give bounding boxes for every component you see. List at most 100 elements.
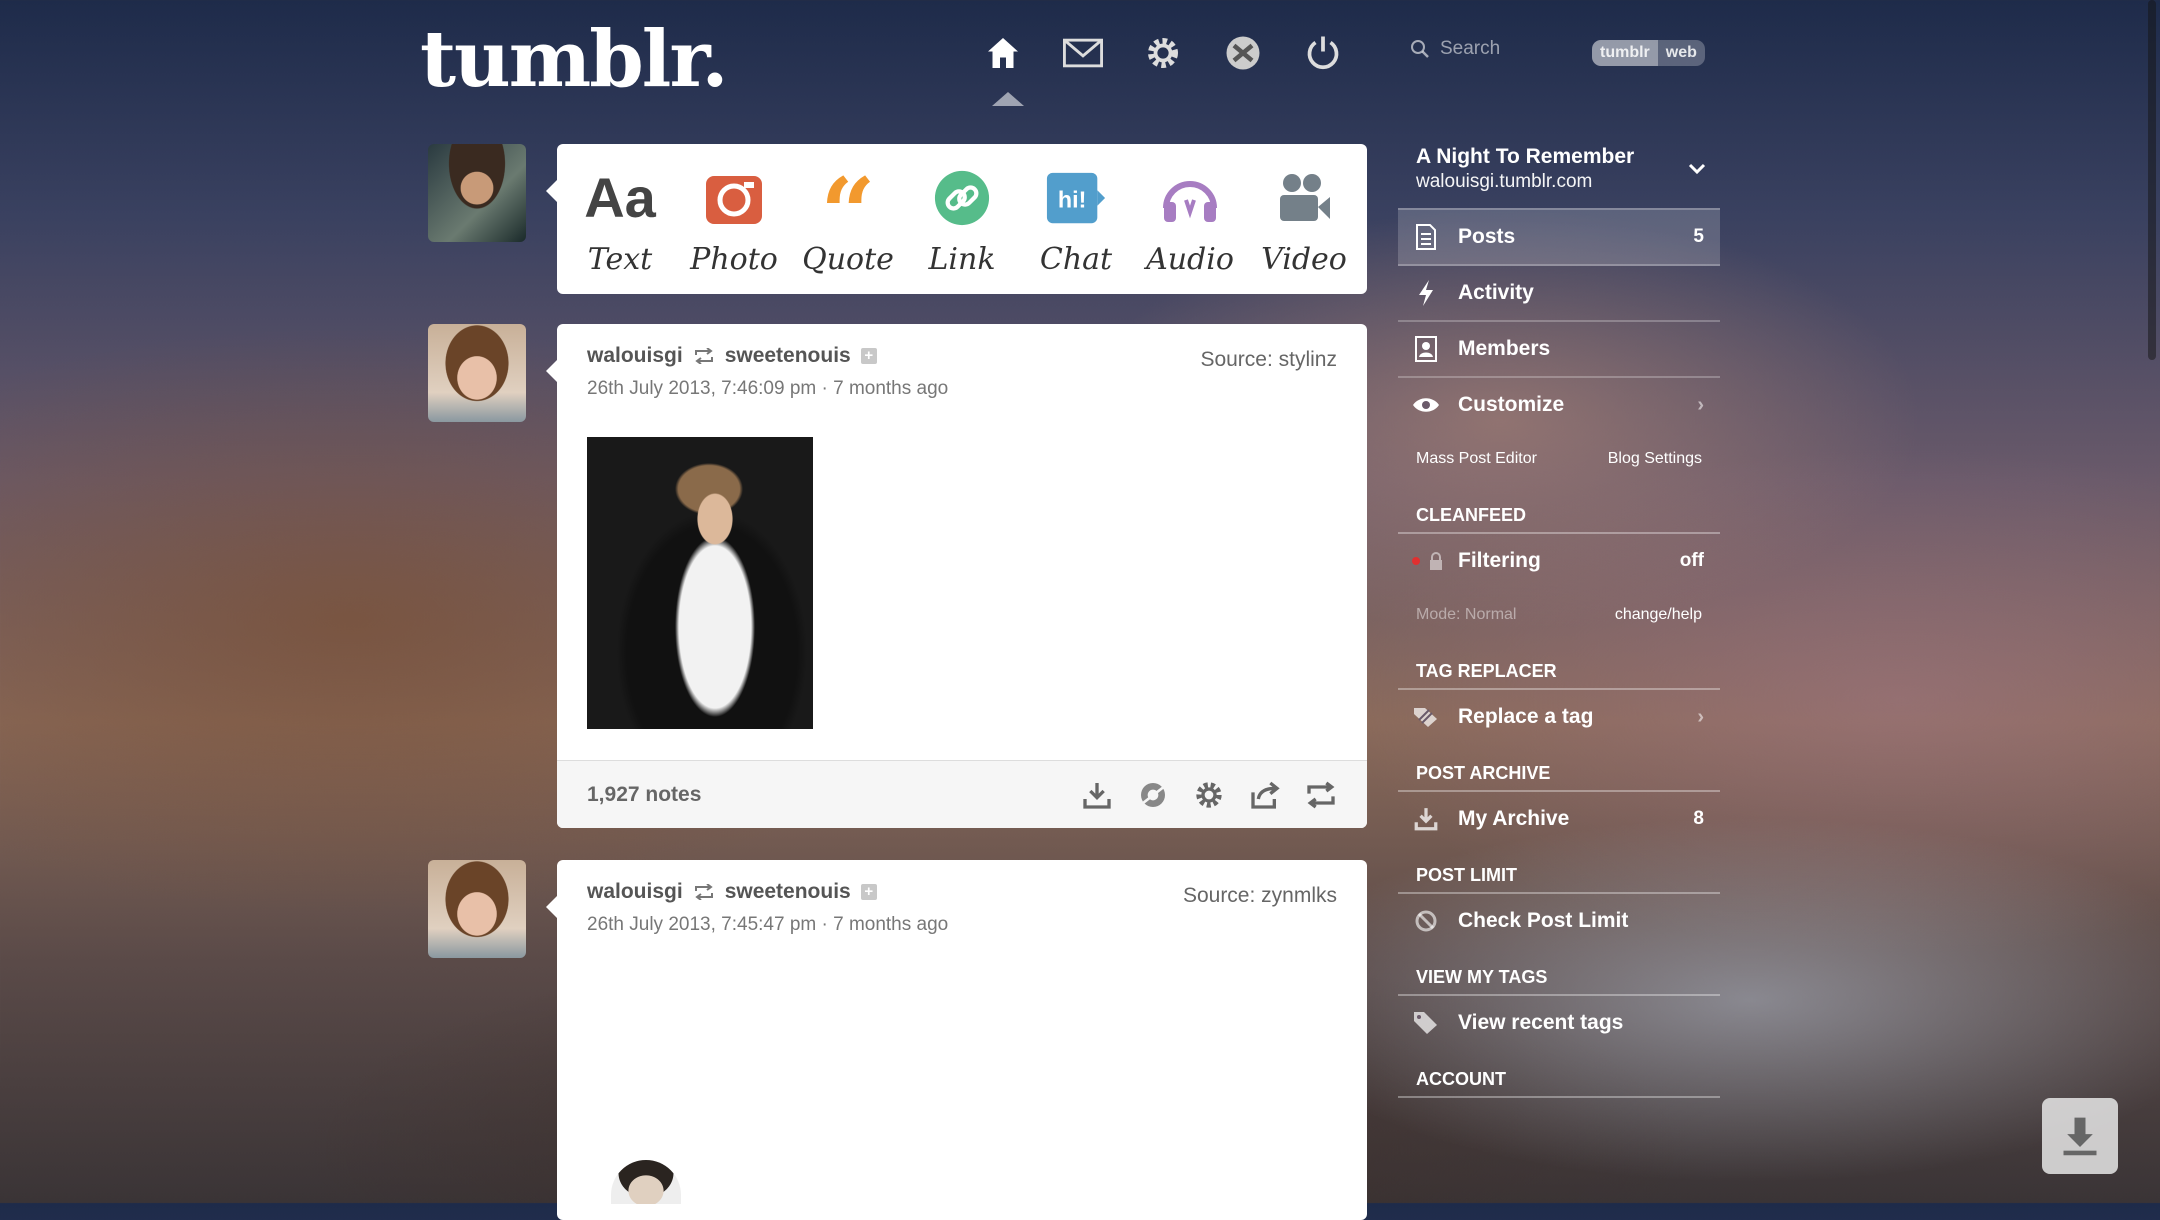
- sidebar-item-check-post-limit[interactable]: Check Post Limit: [1398, 894, 1720, 948]
- post-limit-icon: [1412, 909, 1440, 933]
- members-icon: [1412, 336, 1440, 362]
- search-scope-web[interactable]: web: [1658, 40, 1705, 66]
- power-icon[interactable]: [1300, 28, 1346, 78]
- sidebar-item-my-archive[interactable]: My Archive 8: [1398, 792, 1720, 846]
- new-link-post-button[interactable]: Link: [907, 162, 1017, 277]
- sidebar-item-filtering[interactable]: Filtering off: [1398, 534, 1720, 588]
- post-source-link[interactable]: Source: zynmlks: [1183, 884, 1337, 908]
- sidebar-item-posts[interactable]: Posts 5: [1398, 208, 1720, 266]
- edit-tags-icon[interactable]: [1137, 779, 1169, 811]
- new-video-post-button[interactable]: Video: [1249, 162, 1359, 277]
- post-date: 26th July 2013, 7:45:47 pm · 7 months ag…: [587, 914, 949, 935]
- sidebar-item-replace-tag[interactable]: Replace a tag ›: [1398, 690, 1720, 744]
- post-photo[interactable]: [587, 437, 813, 729]
- nav-pointer: [992, 92, 1024, 106]
- gear-icon[interactable]: [1140, 28, 1186, 78]
- blog-title: A Night To Remember: [1416, 145, 1635, 168]
- page-scrollbar[interactable]: [2148, 0, 2156, 360]
- new-chat-post-button[interactable]: hi! Chat: [1021, 162, 1131, 277]
- text-icon: Aa: [584, 166, 656, 229]
- download-archive-button[interactable]: [2042, 1098, 2118, 1174]
- svg-text:hi!: hi!: [1058, 186, 1086, 212]
- search-box[interactable]: Search: [1410, 38, 1500, 60]
- blog-settings-link[interactable]: Blog Settings: [1608, 450, 1702, 468]
- post-limit-heading: POST LIMIT: [1398, 846, 1720, 894]
- cleanfeed-heading: CLEANFEED: [1398, 486, 1720, 534]
- follow-plus-icon[interactable]: +: [860, 348, 877, 364]
- user-avatar[interactable]: [428, 144, 526, 242]
- new-audio-post-button[interactable]: Audio: [1135, 162, 1245, 277]
- sidebar-item-customize[interactable]: Customize ›: [1398, 378, 1720, 432]
- download-icon[interactable]: [1081, 779, 1113, 811]
- sidebar-item-members[interactable]: Members: [1398, 322, 1720, 378]
- search-icon: [1411, 40, 1429, 58]
- mail-icon[interactable]: [1060, 28, 1106, 78]
- chat-icon: hi!: [1045, 162, 1107, 234]
- archive-download-icon: [1412, 806, 1440, 832]
- notes-count[interactable]: 1,927 notes: [587, 783, 701, 807]
- chevron-right-icon: ›: [1697, 393, 1704, 416]
- dashboard-post: walouisgi sweetenouis + 26th July 2013, …: [546, 324, 1367, 828]
- view-my-tags-heading: VIEW MY TAGS: [1398, 948, 1720, 996]
- chevron-right-icon: ›: [1697, 705, 1704, 728]
- posts-icon: [1412, 224, 1440, 250]
- new-quote-post-button[interactable]: “ Quote: [793, 162, 903, 277]
- tag-replace-icon: [1412, 706, 1440, 728]
- post-archive-heading: POST ARCHIVE: [1398, 744, 1720, 792]
- search-scope-toggle: tumblr web: [1592, 40, 1705, 66]
- post-author-link[interactable]: walouisgi: [587, 344, 683, 368]
- customize-sub-links: Mass Post Editor Blog Settings: [1398, 432, 1720, 486]
- post-date: 26th July 2013, 7:46:09 pm · 7 months ag…: [587, 378, 949, 399]
- post-actions: [1081, 779, 1337, 811]
- change-help-link[interactable]: change/help: [1615, 606, 1702, 624]
- reblogged-from-link[interactable]: sweetenouis: [725, 880, 851, 904]
- home-icon[interactable]: [980, 28, 1026, 78]
- follow-plus-icon[interactable]: +: [860, 884, 877, 900]
- posts-count: 5: [1693, 226, 1704, 247]
- new-text-post-button[interactable]: Aa Text: [565, 162, 675, 277]
- reblog-arrow-icon: [694, 884, 713, 900]
- mass-post-editor-link[interactable]: Mass Post Editor: [1416, 450, 1537, 468]
- filtering-status: off: [1679, 550, 1704, 571]
- tumblr-logo[interactable]: tumblr.: [420, 14, 729, 105]
- post-header: walouisgi sweetenouis + 26th July 2013, …: [587, 344, 948, 400]
- cleanfeed-mode-row: Mode: Normal change/help: [1398, 588, 1720, 642]
- headphones-icon: [1160, 162, 1220, 234]
- post-footer: 1,927 notes: [557, 760, 1367, 828]
- sidebar-item-activity[interactable]: Activity: [1398, 266, 1720, 322]
- post-photo[interactable]: [611, 1160, 681, 1204]
- reblog-icon[interactable]: [1305, 779, 1337, 811]
- post-header: walouisgi sweetenouis + 26th July 2013, …: [587, 880, 948, 936]
- reblogged-from-link[interactable]: sweetenouis: [725, 344, 851, 368]
- post-source-link[interactable]: Source: stylinz: [1200, 348, 1337, 372]
- new-photo-post-button[interactable]: Photo: [679, 162, 789, 277]
- download-icon: [2063, 1117, 2097, 1156]
- post-author-link[interactable]: walouisgi: [587, 880, 683, 904]
- search-input[interactable]: Search: [1440, 38, 1500, 60]
- blog-selector[interactable]: A Night To Remember walouisgi.tumblr.com: [1398, 140, 1720, 208]
- post-author-avatar[interactable]: [428, 324, 526, 422]
- camera-icon: [704, 162, 764, 234]
- eye-icon: [1412, 396, 1440, 414]
- blog-url: walouisgi.tumblr.com: [1416, 171, 1593, 192]
- tag-replacer-heading: TAG REPLACER: [1398, 642, 1720, 690]
- top-nav: [980, 28, 1346, 78]
- sidebar-item-view-recent-tags[interactable]: View recent tags: [1398, 996, 1720, 1050]
- lightning-icon: [1412, 280, 1440, 306]
- post-type-selector: Aa Text Photo “ Quote Link hi! Chat Audi…: [546, 144, 1367, 294]
- dashboard-sidebar: A Night To Remember walouisgi.tumblr.com…: [1398, 140, 1720, 1098]
- account-heading: ACCOUNT: [1398, 1050, 1720, 1098]
- quote-icon: “: [820, 157, 876, 271]
- share-icon[interactable]: [1249, 779, 1281, 811]
- video-icon: [1274, 162, 1334, 234]
- tags-icon: [1412, 1011, 1440, 1035]
- cleanfeed-mode: Mode: Normal: [1416, 606, 1517, 623]
- lock-icon: [1428, 552, 1444, 570]
- gear-icon[interactable]: [1193, 779, 1225, 811]
- archive-count: 8: [1693, 808, 1704, 829]
- xkit-icon[interactable]: [1220, 28, 1266, 78]
- dashboard-post: walouisgi sweetenouis + 26th July 2013, …: [546, 860, 1367, 1220]
- search-scope-tumblr[interactable]: tumblr: [1592, 40, 1658, 66]
- post-author-avatar[interactable]: [428, 860, 526, 958]
- link-icon: [933, 162, 991, 234]
